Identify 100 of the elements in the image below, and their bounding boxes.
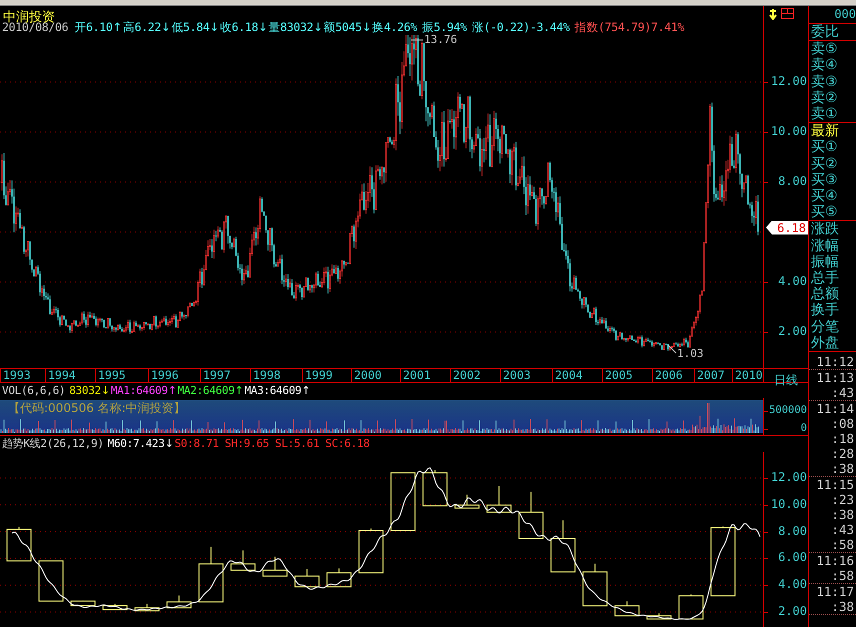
quote-field-label: 买⑤: [810, 204, 839, 220]
quote-field-label: 买④: [810, 188, 839, 204]
quote-field-label: 换手: [810, 302, 840, 319]
trade-time: 11:15: [815, 477, 855, 492]
quote-value: 额5045: [324, 20, 362, 35]
trend-arrow: ↓: [258, 20, 268, 35]
trade-time: :23: [830, 492, 855, 508]
axis-label: 0: [800, 422, 807, 435]
axis-label: 12.00: [770, 75, 807, 88]
trade-time: :43: [830, 385, 855, 400]
stock-code: 000: [809, 6, 856, 24]
trade-time: 11:14: [815, 401, 855, 416]
trade-time: 11:17: [815, 584, 855, 600]
quote-field-label: 卖①: [810, 106, 839, 122]
leader-line: [668, 344, 676, 354]
quote-field-label: 总额: [810, 286, 840, 302]
year-label: 2006: [652, 369, 683, 382]
year-label: 1997: [200, 369, 231, 382]
year-label: 2001: [400, 369, 431, 382]
trade-time: :38: [830, 507, 855, 522]
quote-field-label: 卖②: [810, 90, 839, 106]
quote-field-label: 最新: [810, 123, 840, 140]
quote-value: 高6.22: [122, 20, 161, 35]
trend-arrow: ↓: [161, 20, 170, 35]
trade-time: :18: [830, 431, 855, 446]
quote-field-label: 买①: [810, 139, 839, 156]
trade-time: :28: [830, 446, 855, 462]
trend-arrow: ↓: [100, 384, 110, 398]
quote-field-label: 卖④: [810, 57, 839, 74]
quote-field-label: 分笔: [810, 318, 840, 335]
quote-field-label: 总手: [810, 270, 840, 286]
indicator-reading: MA3:64609: [244, 384, 302, 398]
year-label: 1996: [148, 369, 179, 382]
quote-field-label: 外盘: [810, 334, 840, 352]
year-label: 2007: [694, 369, 725, 382]
high-price-label: 13.76: [424, 34, 458, 46]
year-label: 1998: [250, 369, 281, 382]
axis-label: 8.00: [778, 524, 807, 538]
year-label: 2010: [732, 369, 763, 382]
quote-value: 涨(-0.22)-3.44%: [472, 20, 570, 35]
quote-field-label: 卖③: [810, 74, 839, 90]
trend-arrow: ↑: [168, 384, 177, 398]
quote-value: 收6.18: [220, 20, 258, 35]
trade-time: :58: [830, 537, 855, 552]
year-label: 2003: [500, 369, 531, 382]
trend-arrow: ↑: [301, 384, 310, 398]
quote-field-label: 涨幅: [810, 238, 840, 254]
quote-value: 开6.10: [74, 20, 112, 35]
axis-label: 4.00: [778, 275, 807, 288]
trade-time: 11:13: [815, 370, 855, 386]
indicator-title: 趋势K线2(26,12,9): [2, 437, 104, 451]
stock-code-label: 【代码:000506 名称:中润投资】: [8, 401, 186, 415]
trade-time: 11:12: [815, 354, 855, 370]
year-label: 1993: [0, 369, 31, 382]
axis-label: 2.00: [778, 325, 807, 338]
trend-arrow: ↓: [164, 437, 174, 451]
quote-value: 低5.84: [171, 20, 210, 35]
axis-label: 4.00: [778, 578, 807, 592]
trend-arrow: ↑: [112, 20, 122, 35]
year-label: 1995: [95, 369, 126, 382]
anchor-icon[interactable]: [768, 8, 778, 20]
window-icon[interactable]: [781, 8, 794, 19]
trend-arrow: ↓: [210, 20, 219, 35]
axis-label: 10.00: [770, 498, 807, 511]
axis-label: 6.00: [778, 551, 807, 564]
quote-field-label: 委比: [810, 24, 840, 40]
axis-label: 500000: [769, 404, 807, 417]
quote-field-label: 涨跌: [810, 221, 840, 238]
indicator-reading: SC:6.18: [325, 437, 370, 451]
axis-label: 10.00: [770, 125, 807, 138]
trade-time: :38: [830, 461, 855, 476]
quote-value: 指数(754.79)7.41%: [574, 20, 684, 35]
trade-time: :43: [830, 522, 855, 538]
trend-arrow: ↓: [362, 20, 372, 35]
year-label: 2004: [552, 369, 583, 382]
quote-value: 换4.26%: [372, 20, 417, 35]
current-price-tag: 6.18: [766, 220, 808, 234]
axis-label: 2.00: [778, 605, 807, 618]
indicator-reading: MA1:64609: [110, 384, 168, 398]
trade-time: 11:16: [815, 553, 855, 568]
axis-label: 12.00: [770, 471, 807, 484]
trade-time: :38: [830, 599, 855, 614]
quote-value: 量83032: [268, 20, 314, 35]
quote-field-label: 振幅: [810, 254, 840, 270]
quote-value: 振5.94%: [422, 20, 467, 34]
quote-field-label: 买②: [810, 156, 839, 172]
trend-arrow: ↓: [313, 20, 323, 35]
indicator-reading: SL:5.61: [275, 437, 320, 451]
low-price-label: 1.03: [677, 348, 704, 360]
year-label: 2005: [602, 369, 633, 382]
year-label: 1994: [45, 369, 76, 382]
indicator-reading: MA2:64609: [178, 384, 235, 398]
year-label: 2000: [351, 369, 382, 382]
year-label: 1999: [302, 369, 333, 382]
year-label: 2002: [450, 369, 481, 382]
quote-field-label: 卖⑤: [810, 41, 839, 58]
axis-label: 8.00: [778, 175, 807, 188]
indicator-title: VOL(6,6,6): [2, 384, 66, 398]
trade-time: :08: [830, 416, 855, 432]
indicator-reading: S0:8.71: [174, 437, 219, 451]
